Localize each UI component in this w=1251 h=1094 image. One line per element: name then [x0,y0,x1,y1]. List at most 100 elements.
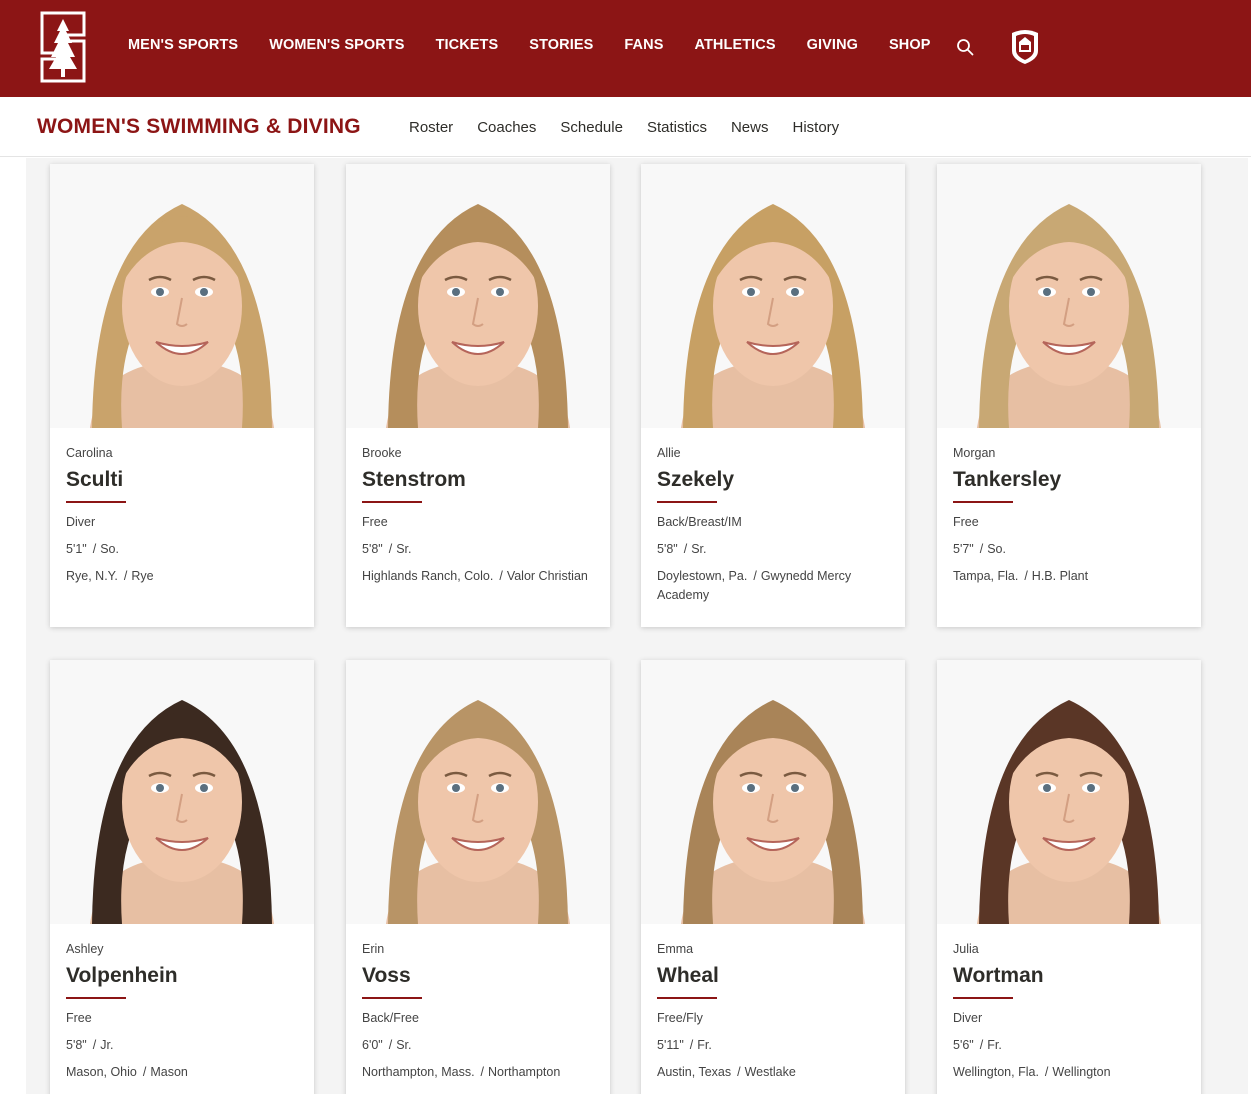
player-position: Diver [953,1011,983,1025]
player-school: Valor Christian [506,569,588,583]
player-first-name: Brooke [362,446,402,460]
stanford-tree-logo-icon[interactable] [36,9,90,85]
roster-card[interactable]: Ashley Volpenhein Free 5'8" / Jr. Mason, O… [50,660,314,1094]
nav-shop[interactable]: SHOP [889,37,931,53]
player-hometown-school: Doylestown, Pa. / Gwynedd Mercy Academy [657,569,852,602]
subnav-news[interactable]: News [731,119,769,136]
player-last-name[interactable]: Tankersley [953,468,1185,494]
player-photo [50,164,314,428]
player-position: Free [953,515,979,529]
roster-card[interactable]: Morgan Tankersley Free 5'7" / So. Tampa, F… [937,164,1201,627]
subnav-history[interactable]: History [792,119,839,136]
player-hometown-school: Northampton, Mass. / Northampton [362,1065,561,1079]
player-height-year: 5'8" / Jr. [66,1038,114,1052]
player-position: Diver [66,515,96,529]
roster-card[interactable]: Emma Wheal Free/Fly 5'11" / Fr. Austin, Te… [641,660,905,1094]
player-hometown: Rye, N.Y. [66,569,118,583]
player-photo [937,660,1201,924]
player-school: H.B. Plant [1031,569,1089,583]
name-divider [657,501,717,503]
player-last-name[interactable]: Volpenhein [66,964,298,990]
player-year: Fr. [697,1038,712,1052]
player-height-year: 6'0" / Sr. [362,1038,412,1052]
roster-card[interactable]: Carolina Sculti Diver 5'1" / So. Rye, N.Y.… [50,164,314,627]
name-divider [953,997,1013,999]
nav-fans[interactable]: FANS [624,37,663,53]
player-photo [641,660,905,924]
player-height-year: 5'11" / Fr. [657,1038,712,1052]
player-height: 5'6" [953,1038,974,1052]
player-school: Westlake [744,1065,796,1079]
nav-athletics[interactable]: ATHLETICS [694,37,775,53]
subnav-schedule[interactable]: Schedule [560,119,623,136]
roster-card[interactable]: Erin Voss Back/Free 6'0" / Sr. Northampton… [346,660,610,1094]
player-last-name[interactable]: Wortman [953,964,1185,990]
player-height: 5'8" [657,542,678,556]
player-position: Back/Free [362,1011,419,1025]
search-icon[interactable] [956,38,974,56]
player-first-name: Erin [362,942,385,956]
player-hometown: Wellington, Fla. [953,1065,1039,1079]
roster-card[interactable]: Brooke Stenstrom Free 5'8" / Sr. Highlands… [346,164,610,627]
player-last-name[interactable]: Sculti [66,468,298,494]
player-height-year: 5'1" / So. [66,542,119,556]
player-last-name[interactable]: Wheal [657,964,889,990]
player-hometown: Northampton, Mass. [362,1065,475,1079]
player-height-year: 5'7" / So. [953,542,1006,556]
name-divider [953,501,1013,503]
player-first-name: Allie [657,446,681,460]
sport-subnav: Roster Coaches Schedule Statistics News … [409,119,863,136]
nav-womens-sports[interactable]: WOMEN'S SPORTS [269,37,404,53]
name-divider [362,997,422,999]
player-school: Wellington [1052,1065,1111,1079]
nav-mens-sports[interactable]: MEN'S SPORTS [128,37,238,53]
player-last-name[interactable]: Voss [362,964,594,990]
top-navigation-bar: MEN'S SPORTS WOMEN'S SPORTS TICKETS STOR… [0,0,1251,97]
player-hometown: Doylestown, Pa. [657,569,748,583]
subnav-roster[interactable]: Roster [409,119,453,136]
player-height-year: 5'8" / Sr. [362,542,412,556]
sport-title[interactable]: WOMEN'S SWIMMING & DIVING [37,115,361,139]
roster-card[interactable]: Allie Szekely Back/Breast/IM 5'8" / Sr. Do… [641,164,905,627]
player-year: Sr. [396,1038,412,1052]
player-photo [937,164,1201,428]
player-photo [641,164,905,428]
main-nav: MEN'S SPORTS WOMEN'S SPORTS TICKETS STOR… [128,37,962,53]
player-position: Back/Breast/IM [657,515,742,529]
player-last-name[interactable]: Stenstrom [362,468,594,494]
player-height: 5'8" [66,1038,87,1052]
player-photo [50,660,314,924]
player-height: 6'0" [362,1038,383,1052]
sport-subnavigation: WOMEN'S SWIMMING & DIVING Roster Coaches… [0,97,1251,157]
player-height: 5'11" [657,1038,684,1052]
player-position: Free [362,515,388,529]
player-school: Mason [150,1065,188,1079]
pac12-logo-icon[interactable] [1010,27,1040,65]
roster-card[interactable]: Julia Wortman Diver 5'6" / Fr. Wellington,… [937,660,1201,1094]
player-hometown-school: Rye, N.Y. / Rye [66,569,154,583]
subnav-statistics[interactable]: Statistics [647,119,707,136]
name-divider [66,997,126,999]
player-first-name: Morgan [953,446,996,460]
player-last-name[interactable]: Szekely [657,468,889,494]
player-hometown-school: Wellington, Fla. / Wellington [953,1065,1111,1079]
player-hometown: Highlands Ranch, Colo. [362,569,494,583]
player-height-year: 5'8" / Sr. [657,542,707,556]
player-height-year: 5'6" / Fr. [953,1038,1002,1052]
name-divider [66,501,126,503]
player-year: So. [987,542,1006,556]
player-hometown-school: Tampa, Fla. / H.B. Plant [953,569,1089,583]
player-year: Sr. [396,542,412,556]
subnav-coaches[interactable]: Coaches [477,119,536,136]
player-hometown-school: Mason, Ohio / Mason [66,1065,188,1079]
nav-stories[interactable]: STORIES [529,37,593,53]
player-position: Free [66,1011,92,1025]
player-year: So. [100,542,119,556]
player-hometown: Tampa, Fla. [953,569,1019,583]
nav-giving[interactable]: GIVING [807,37,858,53]
player-height: 5'1" [66,542,87,556]
player-hometown-school: Highlands Ranch, Colo. / Valor Christian [362,569,588,583]
nav-tickets[interactable]: TICKETS [436,37,499,53]
player-hometown: Austin, Texas [657,1065,732,1079]
player-year: Sr. [691,542,707,556]
